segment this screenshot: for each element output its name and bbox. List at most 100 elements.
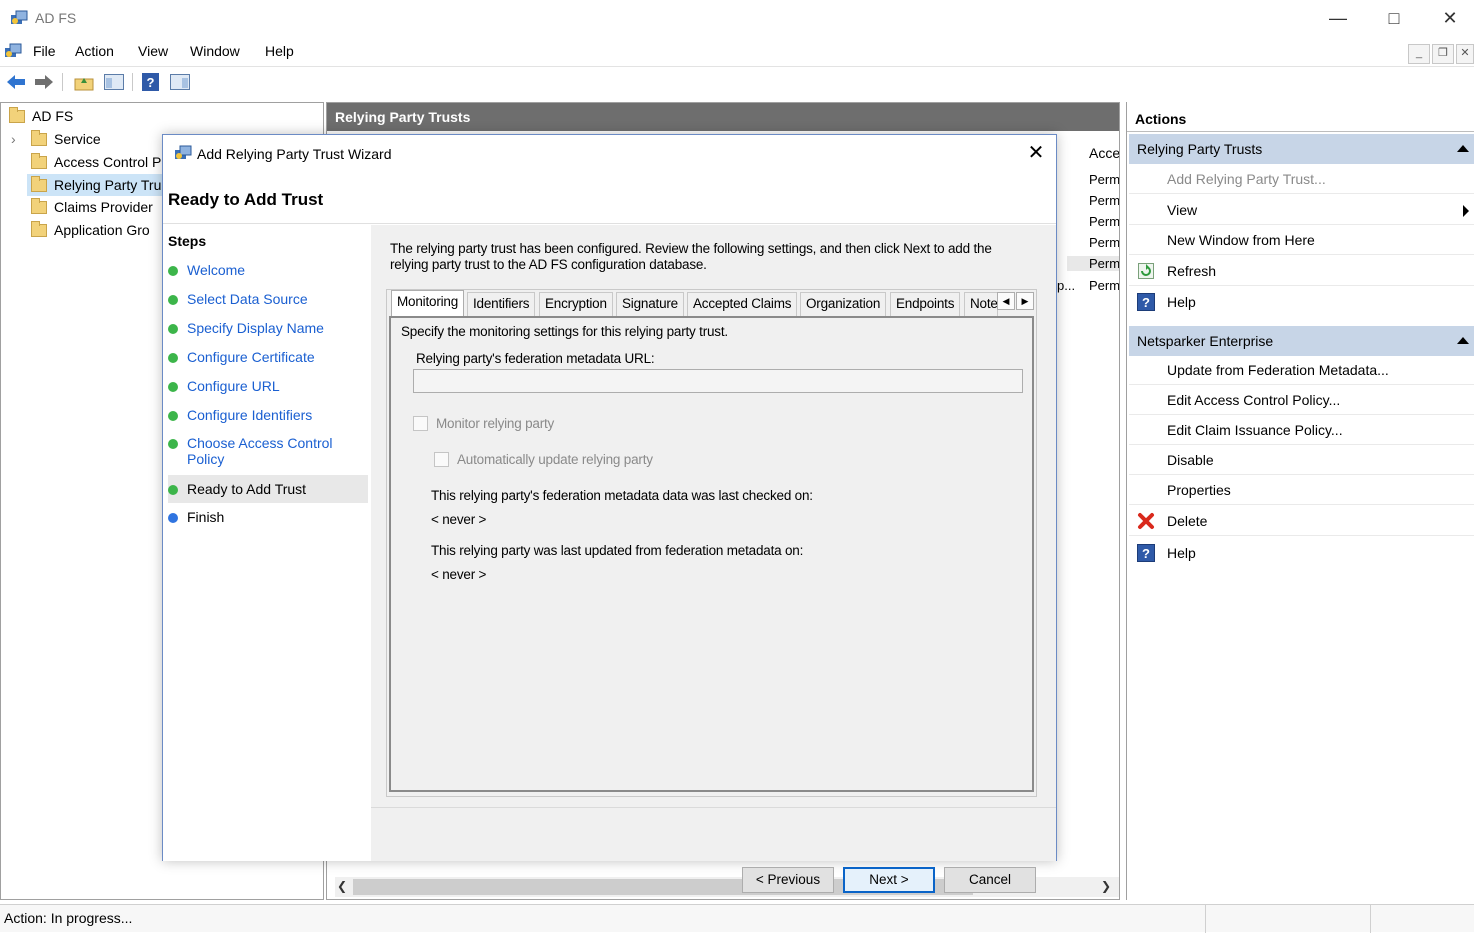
tree-item-application-groups[interactable]: Application Gro	[31, 219, 150, 241]
cancel-button[interactable]: Cancel	[944, 867, 1036, 893]
section-relying-party-trusts[interactable]: Relying Party Trusts	[1129, 134, 1474, 164]
mmc-app-icon[interactable]	[4, 42, 22, 60]
help-icon: ?	[1137, 544, 1155, 562]
menu-view[interactable]: View	[138, 43, 168, 59]
status-text: Action: In progress...	[4, 910, 133, 926]
step-configure-certificate[interactable]: Configure Certificate	[168, 349, 368, 367]
tab-notes[interactable]: Note	[964, 292, 998, 316]
tab-organization[interactable]: Organization	[800, 292, 887, 316]
close-icon[interactable]: ✕	[1430, 6, 1470, 32]
action-help-2[interactable]: ? Help	[1129, 538, 1474, 568]
status-bar: Action: In progress...	[0, 904, 1474, 933]
folder-icon	[31, 153, 47, 169]
collapse-icon[interactable]	[1457, 337, 1469, 344]
step-welcome[interactable]: Welcome	[168, 262, 368, 280]
action-properties[interactable]: Properties	[1129, 475, 1474, 505]
column-header-access[interactable]: Acce	[1089, 145, 1119, 161]
step-specify-display-name[interactable]: Specify Display Name	[168, 320, 368, 338]
chevron-right-icon[interactable]: ›	[11, 128, 31, 150]
step-complete-icon	[168, 411, 178, 421]
action-new-window[interactable]: New Window from Here	[1129, 225, 1474, 255]
collapse-icon[interactable]	[1457, 145, 1469, 152]
submenu-arrow-icon	[1463, 205, 1469, 217]
last-updated-value: < never >	[431, 567, 487, 582]
tree-item-claims-provider[interactable]: Claims Provider	[31, 196, 153, 218]
table-cell[interactable]: Perm	[1089, 278, 1119, 293]
action-edit-access-control-policy[interactable]: Edit Access Control Policy...	[1129, 385, 1474, 415]
previous-button[interactable]: < Previous	[742, 867, 834, 893]
table-cell[interactable]: Perm	[1089, 172, 1119, 187]
toolbar-separator	[132, 73, 133, 91]
action-disable[interactable]: Disable	[1129, 445, 1474, 475]
forward-icon[interactable]	[32, 71, 56, 93]
tree-item-relying-party-trusts[interactable]: Relying Party Tru	[27, 174, 166, 196]
menu-file[interactable]: File	[33, 43, 56, 59]
tab-scroll-left-icon[interactable]: ◀	[997, 292, 1015, 310]
step-configure-identifiers[interactable]: Configure Identifiers	[168, 407, 368, 425]
tree-item-access-control[interactable]: Access Control P	[31, 151, 161, 173]
action-edit-claim-issuance-policy[interactable]: Edit Claim Issuance Policy...	[1129, 415, 1474, 445]
monitor-relying-party-checkbox[interactable]	[413, 416, 428, 431]
status-divider	[1370, 905, 1371, 933]
menu-window[interactable]: Window	[190, 43, 240, 59]
help-icon[interactable]: ?	[139, 71, 163, 93]
step-finish: Finish	[168, 509, 368, 527]
close-icon[interactable]: ✕	[1023, 141, 1049, 167]
scroll-left-icon[interactable]: ❮	[337, 879, 347, 893]
monitor-relying-party-label: Monitor relying party	[436, 416, 555, 431]
back-icon[interactable]	[4, 71, 28, 93]
tab-endpoints[interactable]: Endpoints	[890, 292, 961, 316]
auto-update-checkbox[interactable]	[434, 452, 449, 467]
tab-identifiers[interactable]: Identifiers	[467, 292, 536, 316]
minimize-icon[interactable]: —	[1318, 6, 1358, 32]
refresh-icon	[1138, 263, 1154, 279]
tree-item-adfs[interactable]: AD FS	[9, 105, 73, 127]
action-help[interactable]: ? Help	[1129, 287, 1474, 317]
step-choose-access-control-policy[interactable]: Choose Access Control Policy	[168, 435, 368, 469]
action-refresh[interactable]: Refresh	[1129, 256, 1474, 286]
mdi-restore-icon[interactable]: ❐	[1432, 44, 1454, 64]
action-delete[interactable]: Delete	[1129, 506, 1474, 536]
action-view[interactable]: View	[1129, 195, 1474, 225]
table-cell[interactable]: Perm	[1067, 256, 1119, 271]
tab-accepted-claims[interactable]: Accepted Claims	[687, 292, 798, 316]
mdi-minimize-icon[interactable]: _	[1408, 44, 1430, 64]
step-configure-url[interactable]: Configure URL	[168, 378, 368, 396]
steps-panel: Steps Welcome Select Data Source Specify…	[163, 225, 371, 861]
status-divider	[1205, 905, 1206, 933]
show-hide-action-pane-icon[interactable]	[168, 71, 192, 93]
actions-title: Actions	[1127, 106, 1474, 132]
last-checked-label: This relying party's federation metadata…	[431, 488, 813, 503]
tab-scroll-right-icon[interactable]: ▶	[1016, 292, 1034, 310]
menu-action[interactable]: Action	[75, 43, 114, 59]
metadata-url-input[interactable]	[413, 369, 1023, 393]
menu-help[interactable]: Help	[265, 43, 294, 59]
wizard-content: The relying party trust has been configu…	[371, 225, 1056, 861]
next-button[interactable]: Next >	[843, 867, 935, 893]
toolbar-separator	[62, 73, 63, 91]
action-add-relying-party-trust[interactable]: Add Relying Party Trust...	[1129, 164, 1474, 194]
section-netsparker-enterprise[interactable]: Netsparker Enterprise	[1129, 326, 1474, 356]
tab-signature[interactable]: Signature	[616, 292, 684, 316]
steps-title: Steps	[168, 233, 207, 249]
up-folder-icon[interactable]	[72, 71, 96, 93]
tree-item-service[interactable]: › Service	[11, 128, 101, 150]
step-pending-icon	[168, 513, 178, 523]
show-hide-tree-icon[interactable]	[102, 71, 126, 93]
action-update-federation-metadata[interactable]: Update from Federation Metadata...	[1129, 355, 1474, 385]
wizard-icon	[175, 145, 192, 159]
table-cell[interactable]: Perm	[1089, 214, 1119, 229]
tab-encryption[interactable]: Encryption	[539, 292, 613, 316]
mdi-close-icon[interactable]: ✕	[1456, 44, 1474, 64]
step-select-data-source[interactable]: Select Data Source	[168, 291, 368, 309]
maximize-icon[interactable]: □	[1374, 6, 1414, 32]
table-cell[interactable]: Perm	[1089, 235, 1119, 250]
scroll-right-icon[interactable]: ❯	[1101, 879, 1111, 893]
title-bar: AD FS — □ ✕	[0, 0, 1474, 36]
delete-icon	[1138, 513, 1154, 529]
tab-monitoring[interactable]: Monitoring	[391, 290, 465, 318]
svg-text:?: ?	[147, 75, 155, 90]
table-cell[interactable]: Perm	[1089, 193, 1119, 208]
step-complete-icon	[168, 353, 178, 363]
table-cell[interactable]: p...	[1057, 278, 1081, 293]
